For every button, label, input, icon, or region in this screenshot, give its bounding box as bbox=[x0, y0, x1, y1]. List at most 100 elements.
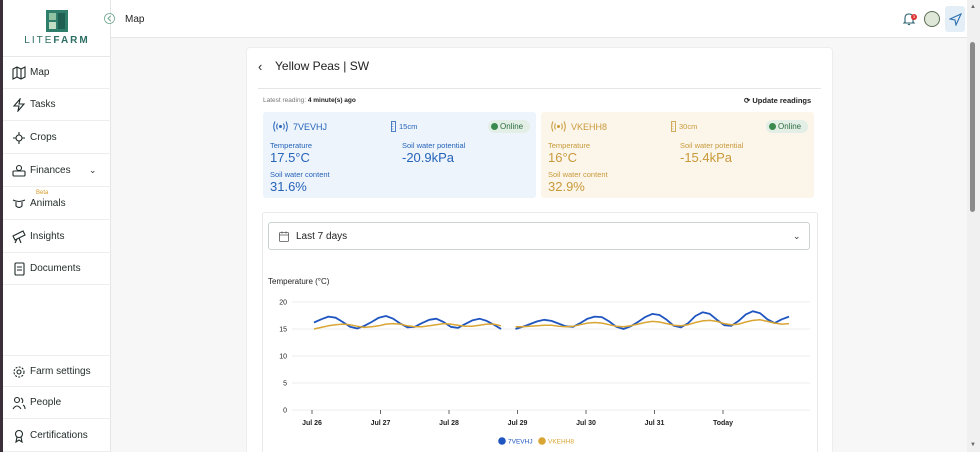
map-icon bbox=[12, 66, 26, 80]
finances-icon bbox=[12, 164, 26, 177]
y-tick-label: 20 bbox=[279, 300, 287, 307]
back-arrow-icon[interactable]: ‹ bbox=[258, 59, 262, 74]
sidebar-item-label: Documents bbox=[30, 263, 81, 274]
depth-icon bbox=[671, 121, 676, 132]
scrollbar-thumb[interactable] bbox=[970, 42, 975, 212]
animals-icon bbox=[12, 199, 26, 209]
sensor-depth: 15cm bbox=[399, 122, 418, 131]
tasks-icon bbox=[12, 98, 26, 112]
chevron-down-icon: ⌄ bbox=[793, 231, 801, 241]
sidebar-item-certifications[interactable]: Certifications bbox=[3, 420, 111, 452]
y-tick-label: 10 bbox=[279, 354, 287, 361]
gear-icon bbox=[13, 366, 25, 378]
sidebar: LITEFARM Map Tasks Crops Finances ⌄ Beta… bbox=[3, 0, 111, 452]
documents-icon bbox=[14, 262, 25, 276]
sidebar-item-label: Crops bbox=[30, 132, 57, 143]
temperature-value: 17.5°C bbox=[270, 150, 310, 165]
online-dot-icon bbox=[491, 123, 498, 130]
scroll-down-icon[interactable]: ▼ bbox=[968, 442, 978, 448]
calendar-icon bbox=[279, 231, 289, 242]
sidebar-item-label: Finances bbox=[30, 165, 71, 176]
insights-icon bbox=[12, 230, 26, 244]
certifications-icon bbox=[14, 429, 24, 443]
crops-icon bbox=[13, 132, 25, 144]
x-tick-label: Jul 26 bbox=[302, 420, 322, 427]
update-readings-button[interactable]: ⟳ Update readings bbox=[744, 96, 811, 105]
sidebar-item-animals[interactable]: Animals bbox=[3, 188, 111, 220]
sensor-depth: 30cm bbox=[679, 122, 698, 131]
temperature-value: 16°C bbox=[548, 150, 578, 165]
avatar[interactable] bbox=[924, 11, 940, 27]
legend-label: VKEHH8 bbox=[548, 439, 574, 446]
top-bar bbox=[111, 0, 980, 38]
sidebar-item-documents[interactable]: Documents bbox=[3, 253, 111, 285]
sidebar-item-label: Animals bbox=[30, 198, 66, 209]
temperature-label: Temperature bbox=[548, 141, 591, 150]
soil-water-potential-label: Soil water potential bbox=[402, 141, 466, 150]
signal-icon bbox=[551, 121, 566, 132]
x-tick-label: Jul 29 bbox=[508, 420, 528, 427]
topbar-title: Map bbox=[125, 14, 145, 25]
logo-text: LITEFARM bbox=[24, 35, 90, 46]
sensor-name: VKEHH8 bbox=[571, 122, 608, 132]
online-dot-icon bbox=[769, 123, 776, 130]
notification-badge: 3 bbox=[911, 14, 917, 20]
legend-swatch bbox=[538, 437, 546, 445]
temperature-chart: 0 5 10 15 20 Jul 26 Jul 27 Jul 28 Jul 29 Jul 30 Ju… bbox=[279, 300, 810, 446]
x-tick-label: Jul 30 bbox=[576, 420, 596, 427]
sidebar-item-label: Tasks bbox=[30, 99, 56, 110]
sidebar-item-label: Insights bbox=[30, 231, 65, 242]
send-icon bbox=[948, 12, 962, 26]
sidebar-item-map[interactable]: Map bbox=[3, 57, 111, 89]
temperature-label: Temperature bbox=[270, 141, 313, 150]
legend-label: 7VEVHJ bbox=[508, 439, 533, 446]
send-button[interactable] bbox=[945, 6, 965, 32]
status-badge: Online bbox=[766, 120, 808, 133]
x-tick-label: Today bbox=[713, 420, 733, 427]
sidebar-item-label: Certifications bbox=[30, 430, 88, 441]
scroll-up-icon[interactable]: ▲ bbox=[968, 4, 978, 10]
signal-icon bbox=[273, 121, 288, 132]
sidebar-item-tasks[interactable]: Tasks bbox=[3, 89, 111, 121]
y-tick-label: 15 bbox=[279, 327, 287, 334]
soil-water-potential-value: -15.4kPa bbox=[680, 150, 733, 165]
collapse-sidebar-icon[interactable] bbox=[104, 13, 115, 24]
x-tick-label: Jul 27 bbox=[371, 420, 391, 427]
date-range-select[interactable]: Last 7 days ⌄ bbox=[268, 222, 810, 250]
sidebar-item-label: People bbox=[30, 397, 62, 408]
refresh-icon: ⟳ bbox=[744, 96, 751, 105]
sidebar-item-label: Farm settings bbox=[30, 366, 91, 377]
date-range-value: Last 7 days bbox=[296, 231, 348, 242]
sensor-card: 7VEVHJ 15cm Online Temperature 17.5°C So… bbox=[263, 112, 536, 198]
soil-water-content-value: 31.6% bbox=[270, 179, 307, 194]
chevron-down-icon[interactable]: ⌄ bbox=[89, 165, 97, 176]
sidebar-item-finances[interactable]: Finances ⌄ bbox=[3, 155, 111, 187]
x-tick-label: Jul 28 bbox=[439, 420, 459, 427]
soil-water-content-label: Soil water content bbox=[548, 170, 608, 179]
sidebar-item-crops[interactable]: Crops bbox=[3, 122, 111, 154]
soil-water-potential-value: -20.9kPa bbox=[402, 150, 455, 165]
status-badge: Online bbox=[488, 120, 530, 133]
sidebar-item-people[interactable]: People bbox=[3, 387, 111, 419]
page-title: Yellow Peas | SW bbox=[275, 59, 370, 73]
y-tick-label: 0 bbox=[283, 408, 287, 415]
latest-reading: Latest reading: 4 minute(s) ago bbox=[263, 97, 356, 104]
logo: LITEFARM bbox=[3, 0, 110, 57]
soil-water-content-value: 32.9% bbox=[548, 179, 585, 194]
sensor-card: VKEHH8 30cm Online Temperature 16°C Soil… bbox=[541, 112, 814, 198]
soil-water-content-label: Soil water content bbox=[270, 170, 330, 179]
sidebar-item-farm-settings[interactable]: Farm settings bbox=[3, 355, 111, 387]
divider bbox=[258, 88, 821, 89]
y-tick-label: 5 bbox=[283, 381, 287, 388]
series-line-7VEVHJ bbox=[313, 310, 790, 330]
legend-swatch bbox=[498, 437, 506, 445]
sidebar-item-label: Map bbox=[30, 67, 50, 78]
litefarm-logo-icon bbox=[46, 10, 68, 32]
people-icon bbox=[12, 396, 26, 410]
chart-title: Temperature (°C) bbox=[268, 277, 330, 286]
soil-water-potential-label: Soil water potential bbox=[680, 141, 744, 150]
depth-icon bbox=[391, 121, 396, 132]
sidebar-item-insights[interactable]: Insights bbox=[3, 221, 111, 253]
sensor-name: 7VEVHJ bbox=[293, 122, 328, 132]
x-tick-label: Jul 31 bbox=[645, 420, 665, 427]
